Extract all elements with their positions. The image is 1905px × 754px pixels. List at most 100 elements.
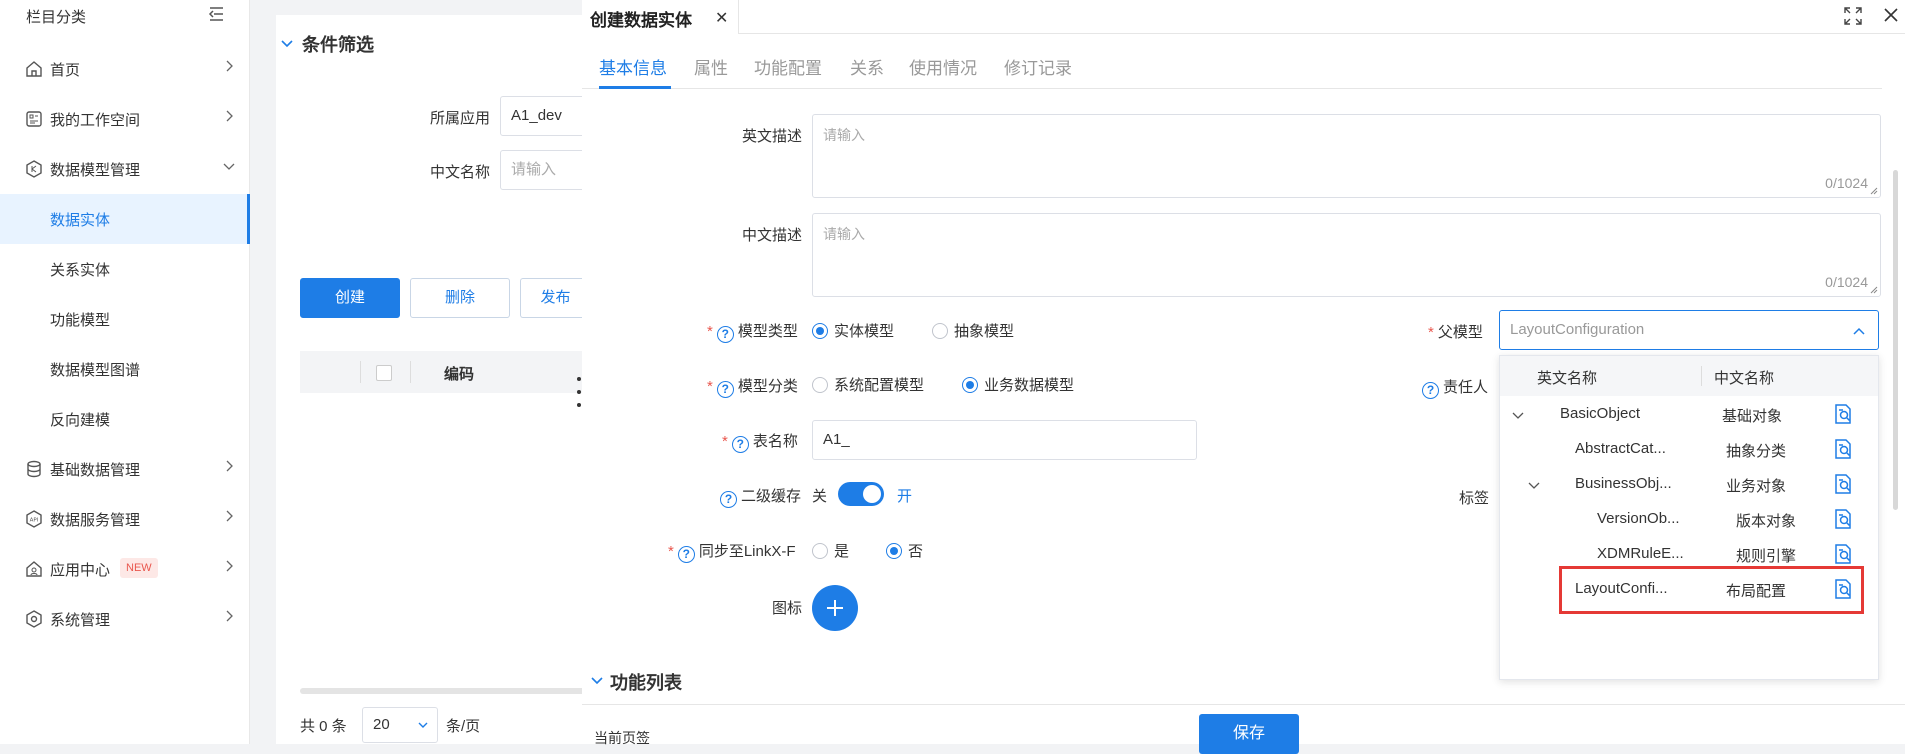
radio-label: 是 bbox=[834, 543, 850, 560]
tree-row-en-name: LayoutConfi... bbox=[1575, 580, 1668, 597]
tree-row-cn-name: 布局配置 bbox=[1726, 583, 1787, 600]
collapse-sidebar-icon[interactable] bbox=[206, 4, 226, 24]
view-detail-icon[interactable] bbox=[1833, 543, 1853, 565]
view-detail-icon[interactable] bbox=[1833, 403, 1853, 425]
create-button[interactable]: 创建 bbox=[300, 278, 400, 318]
pager-total: 共 0 条 bbox=[300, 718, 347, 735]
chevron-down-icon[interactable] bbox=[590, 674, 604, 688]
help-icon[interactable]: ? bbox=[716, 381, 734, 398]
chevron-down-icon[interactable] bbox=[280, 37, 294, 51]
help-icon[interactable]: ? bbox=[720, 491, 737, 508]
publish-button[interactable]: 发布 bbox=[520, 278, 590, 318]
sidebar-item-label: 数据服务管理 bbox=[50, 512, 141, 529]
view-detail-icon[interactable] bbox=[1833, 473, 1853, 495]
radio-sync-yes[interactable]: 是 bbox=[812, 540, 849, 561]
model-class-label-text: 模型分类 bbox=[737, 378, 798, 395]
sidebar-item-base-data[interactable]: 基础数据管理 bbox=[0, 444, 250, 494]
tree-row-highlighted[interactable]: LayoutConfi... 布局配置 bbox=[1500, 572, 1878, 607]
tree-row-cn-name: 规则引擎 bbox=[1736, 548, 1797, 565]
tree-expand-icon[interactable] bbox=[1528, 479, 1540, 491]
sidebar-item-home[interactable]: 首页 bbox=[0, 44, 250, 94]
drawer-tab-title: 创建数据实体 bbox=[590, 11, 692, 30]
chevron-right-icon bbox=[226, 110, 233, 122]
column-header-code[interactable]: 编码 bbox=[444, 363, 474, 384]
entity-list-page: 条件筛选 所属应用 A1_dev 中文名称 请输入 创建 删除 发布 编码 共 … bbox=[276, 15, 600, 744]
sidebar-item-data-model[interactable]: 数据模型管理 bbox=[0, 144, 250, 194]
sidebar-item-workspace[interactable]: 我的工作空间 bbox=[0, 94, 250, 144]
app-filter-label: 所属应用 bbox=[430, 110, 491, 127]
drawer-tab-bar: 创建数据实体 ✕ bbox=[582, 0, 1905, 34]
tab-attributes[interactable]: 属性 bbox=[694, 54, 728, 79]
tree-row-cn-name: 版本对象 bbox=[1736, 513, 1797, 530]
page-size-value: 20 bbox=[373, 716, 390, 733]
resize-grip-icon[interactable] bbox=[1870, 286, 1878, 294]
sync-label-text: 同步至LinkX-F bbox=[698, 543, 796, 560]
radio-system-config-model[interactable]: 系统配置模型 bbox=[812, 374, 924, 395]
sidebar-item-data-service[interactable]: API 数据服务管理 bbox=[0, 494, 250, 544]
owner-label-text: 责任人 bbox=[1443, 379, 1489, 396]
cache-label-text: 二级缓存 bbox=[741, 488, 802, 505]
drawer-tab[interactable]: 创建数据实体 ✕ bbox=[582, 0, 739, 34]
tab-function-config[interactable]: 功能配置 bbox=[754, 54, 822, 79]
parent-model-select[interactable]: LayoutConfiguration bbox=[1499, 310, 1879, 350]
tab-relations[interactable]: 关系 bbox=[850, 54, 884, 79]
sidebar-item-label: 首页 bbox=[50, 62, 81, 79]
tab-usage[interactable]: 使用情况 bbox=[909, 54, 977, 79]
tree-row[interactable]: BusinessObj... 业务对象 bbox=[1500, 467, 1878, 502]
horizontal-scrollbar[interactable] bbox=[300, 688, 600, 694]
radio-sync-no[interactable]: 否 bbox=[886, 540, 923, 561]
cache-toggle[interactable] bbox=[838, 482, 884, 506]
sidebar-subitem-data-entity[interactable]: 数据实体 bbox=[0, 194, 250, 244]
fullscreen-icon[interactable] bbox=[1843, 6, 1863, 26]
parent-model-label: * 父模型 bbox=[1428, 321, 1483, 342]
select-all-checkbox[interactable] bbox=[376, 365, 392, 381]
model-icon bbox=[26, 160, 42, 178]
close-icon[interactable] bbox=[1881, 5, 1901, 25]
footer-divider bbox=[582, 704, 1905, 705]
tab-revision-history[interactable]: 修订记录 bbox=[1004, 54, 1072, 79]
cache-on-label: 开 bbox=[897, 488, 913, 505]
radio-business-data-model[interactable]: 业务数据模型 bbox=[962, 374, 1074, 395]
page-size-select[interactable]: 20 bbox=[362, 707, 438, 743]
help-icon[interactable]: ? bbox=[731, 436, 749, 453]
help-icon[interactable]: ? bbox=[1422, 382, 1439, 399]
column-divider bbox=[410, 361, 411, 383]
app-center-icon bbox=[26, 561, 42, 577]
sidebar-item-system[interactable]: 系统管理 bbox=[0, 594, 250, 644]
tree-row[interactable]: AbstractCat... 抽象分类 bbox=[1500, 432, 1878, 467]
table-name-input[interactable]: A1_ bbox=[812, 420, 1197, 460]
sidebar-subitem-label: 功能模型 bbox=[50, 312, 111, 329]
help-icon[interactable]: ? bbox=[677, 546, 695, 563]
radio-entity-model[interactable]: 实体模型 bbox=[812, 320, 894, 341]
tree-expand-icon[interactable] bbox=[1512, 409, 1524, 421]
resize-grip-icon[interactable] bbox=[1870, 187, 1878, 195]
filter-title: 条件筛选 bbox=[302, 35, 374, 55]
sidebar-item-app-center[interactable]: 应用中心 NEW bbox=[0, 544, 250, 594]
parent-model-placeholder: LayoutConfiguration bbox=[1510, 321, 1645, 338]
help-icon[interactable]: ? bbox=[716, 326, 734, 343]
save-button[interactable]: 保存 bbox=[1199, 714, 1299, 754]
cn-name-filter-input[interactable]: 请输入 bbox=[500, 150, 590, 190]
view-detail-icon[interactable] bbox=[1833, 508, 1853, 530]
vertical-scrollbar[interactable] bbox=[1893, 170, 1898, 510]
app-filter-input[interactable]: A1_dev bbox=[500, 96, 590, 136]
cn-desc-textarea[interactable]: 请输入 0/1024 bbox=[812, 213, 1881, 297]
tree-row[interactable]: VersionOb... 版本对象 bbox=[1500, 502, 1878, 537]
sidebar-subitem-function-model[interactable]: 功能模型 bbox=[0, 294, 250, 344]
delete-button[interactable]: 删除 bbox=[410, 278, 510, 318]
view-detail-icon[interactable] bbox=[1833, 578, 1853, 600]
radio-abstract-model[interactable]: 抽象模型 bbox=[932, 320, 1014, 341]
add-icon-button[interactable] bbox=[812, 585, 858, 631]
sidebar-subitem-model-graph[interactable]: 数据模型图谱 bbox=[0, 344, 250, 394]
view-detail-icon[interactable] bbox=[1833, 438, 1853, 460]
tree-row-cn-name: 抽象分类 bbox=[1726, 443, 1787, 460]
close-tab-icon[interactable]: ✕ bbox=[715, 8, 728, 28]
sidebar-subitem-reverse-modeling[interactable]: 反向建模 bbox=[0, 394, 250, 444]
sidebar-subitem-relation-entity[interactable]: 关系实体 bbox=[0, 244, 250, 294]
tab-basic-info[interactable]: 基本信息 bbox=[599, 54, 667, 79]
en-desc-textarea[interactable]: 请输入 0/1024 bbox=[812, 114, 1881, 198]
sidebar-subitem-label: 数据模型图谱 bbox=[50, 362, 141, 379]
tree-row[interactable]: BasicObject 基础对象 bbox=[1500, 397, 1878, 432]
column-header-en-name: 英文名称 bbox=[1537, 370, 1598, 387]
tree-row[interactable]: XDMRuleE... 规则引擎 bbox=[1500, 537, 1878, 572]
